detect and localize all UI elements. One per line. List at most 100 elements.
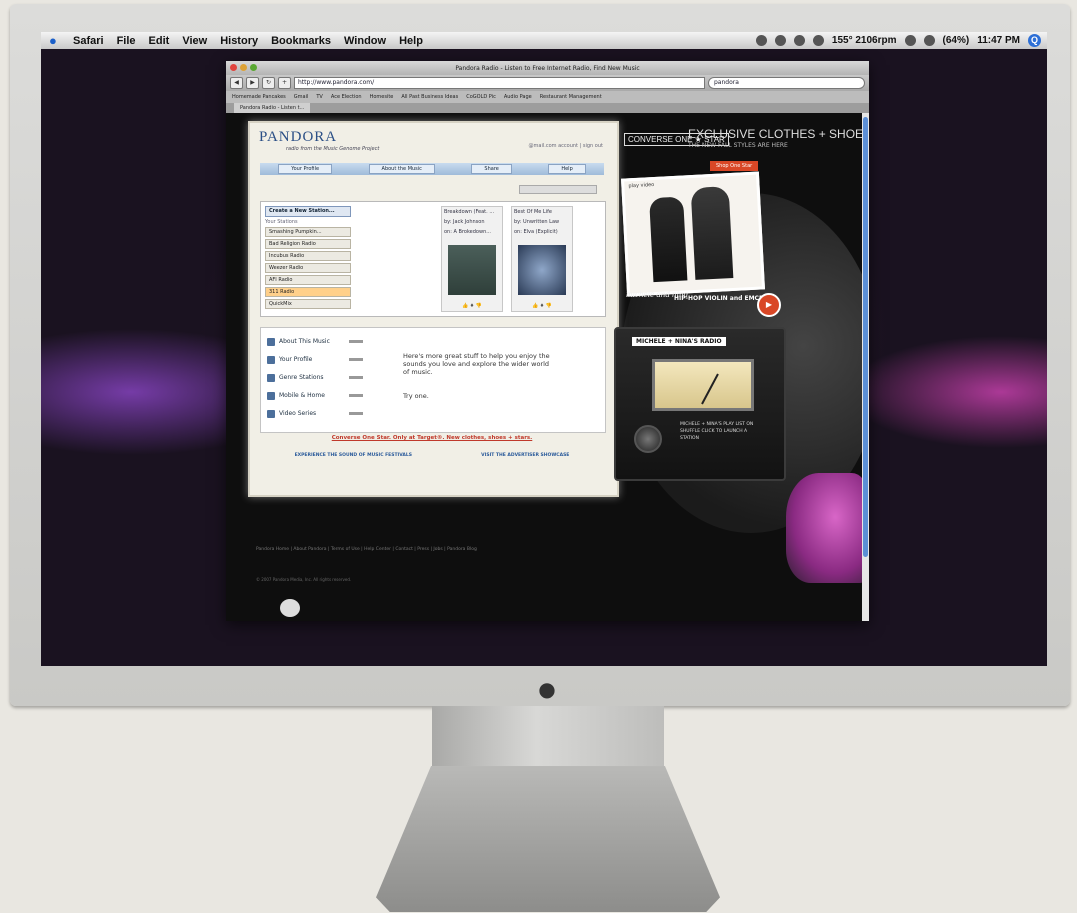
- menu-help[interactable]: Help: [399, 35, 423, 47]
- minimize-icon[interactable]: [240, 64, 247, 71]
- eject-icon[interactable]: [793, 35, 805, 46]
- ad-video-photo[interactable]: play video: [621, 171, 765, 297]
- paint-splat: [280, 599, 300, 617]
- bluetooth-icon[interactable]: [774, 35, 786, 46]
- track-card[interactable]: Best Of Me Life by: Unwritten Law on: El…: [511, 206, 573, 312]
- station-item[interactable]: 311 Radio: [265, 287, 351, 297]
- add-bookmark-button[interactable]: +: [278, 77, 291, 89]
- person-icon: [267, 356, 275, 364]
- menu-safari[interactable]: Safari: [73, 35, 104, 47]
- page-content: PANDORA radio from the Music Genome Proj…: [226, 113, 862, 621]
- bookmark-item[interactable]: Homesite: [370, 94, 394, 100]
- bookmark-item[interactable]: All Past Business Ideas: [401, 94, 458, 100]
- track-controls[interactable]: 👍 ♦ 👎: [512, 303, 572, 309]
- ad-radio[interactable]: MICHELE + NINA'S RADIO MICHELE + NINA'S …: [614, 327, 786, 481]
- reload-button[interactable]: ↻: [262, 77, 275, 89]
- player-area: Create a New Station... Your Stations Sm…: [260, 201, 606, 317]
- copyright: © 2007 Pandora Media, Inc. All rights re…: [256, 577, 352, 582]
- link-your-profile[interactable]: Your Profile: [267, 354, 312, 366]
- imac-stand: [432, 706, 664, 766]
- nav-your-profile[interactable]: Your Profile: [278, 164, 333, 174]
- menu-edit[interactable]: Edit: [149, 35, 170, 47]
- volume-slider[interactable]: [519, 185, 597, 194]
- menu-view[interactable]: View: [182, 35, 207, 47]
- menu-window[interactable]: Window: [344, 35, 386, 47]
- station-item[interactable]: Smashing Pumpkin...: [265, 227, 351, 237]
- bookmark-item[interactable]: CoGOLD Pic: [466, 94, 496, 100]
- volume-icon[interactable]: [923, 35, 935, 46]
- pandora-player-panel: PANDORA radio from the Music Genome Proj…: [248, 121, 619, 497]
- bookmark-item[interactable]: Restaurant Management: [540, 94, 602, 100]
- menu-history[interactable]: History: [220, 35, 258, 47]
- divider: [349, 358, 363, 361]
- shop-one-star-button[interactable]: Shop One Star: [710, 161, 759, 171]
- clock[interactable]: 11:47 PM: [977, 35, 1020, 46]
- fan-status[interactable]: 155° 2106rpm: [832, 35, 897, 46]
- link-mobile-home[interactable]: Mobile & Home: [267, 390, 325, 402]
- track-controls[interactable]: 👍 ♦ 👎: [442, 303, 502, 309]
- apple-menu-icon[interactable]: ●: [49, 33, 63, 48]
- genre-icon: [267, 374, 275, 382]
- link-video-series[interactable]: Video Series: [267, 408, 316, 420]
- address-bar[interactable]: http://www.pandora.com/: [294, 77, 705, 89]
- spotlight-icon[interactable]: Q: [1028, 34, 1041, 47]
- meter-needle: [701, 373, 719, 405]
- advertiser-showcase-link[interactable]: VISIT THE ADVERTISER SHOWCASE: [481, 453, 569, 458]
- back-button[interactable]: ◀: [230, 77, 243, 89]
- menu-bookmarks[interactable]: Bookmarks: [271, 35, 331, 47]
- radio-text: MICHELE + NINA'S PLAY LIST ON SHUFFLE CL…: [680, 422, 754, 441]
- pandora-logo[interactable]: PANDORA: [259, 129, 337, 146]
- menu-file[interactable]: File: [117, 35, 136, 47]
- track-card[interactable]: Breakdown (Feat. ... by: Jack Johnson on…: [441, 206, 503, 312]
- browser-toolbar: ◀ ▶ ↻ + http://www.pandora.com/ pandora: [226, 75, 869, 91]
- vertical-scrollbar[interactable]: [862, 113, 869, 621]
- more-stuff-text: Here's more great stuff to help you enjo…: [403, 352, 550, 376]
- nav-about-music[interactable]: About the Music: [368, 164, 435, 174]
- apple-logo-icon: ●: [538, 677, 556, 701]
- create-station-button[interactable]: Create a New Station...: [265, 206, 351, 217]
- timemachine-icon[interactable]: [755, 35, 767, 46]
- divider: [349, 412, 363, 415]
- bookmark-item[interactable]: Audio Page: [504, 94, 532, 100]
- forward-button[interactable]: ▶: [246, 77, 259, 89]
- site-footer-links[interactable]: Pandora Home | About Pandora | Terms of …: [256, 547, 477, 552]
- station-item[interactable]: QuickMix: [265, 299, 351, 309]
- play-icon[interactable]: ▶: [757, 293, 781, 317]
- link-about-this-music[interactable]: About This Music: [267, 336, 330, 348]
- battery-status[interactable]: (64%): [943, 35, 970, 46]
- nav-share[interactable]: Share: [471, 164, 512, 174]
- scroll-thumb[interactable]: [863, 117, 868, 557]
- station-item[interactable]: AFI Radio: [265, 275, 351, 285]
- sneaker-image: [786, 473, 862, 583]
- bookmark-item[interactable]: Homemade Pancakes: [232, 94, 286, 100]
- bookmark-item[interactable]: TV: [316, 94, 322, 100]
- radio-meter: [652, 359, 754, 411]
- wifi-icon[interactable]: [904, 35, 916, 46]
- music-festivals-link[interactable]: EXPERIENCE THE SOUND OF MUSIC FESTIVALS: [295, 453, 412, 458]
- pandora-tagline: radio from the Music Genome Project: [286, 146, 380, 152]
- converse-promo-link[interactable]: Converse One Star. Only at Target®. New …: [260, 435, 604, 441]
- close-icon[interactable]: [230, 64, 237, 71]
- more-stuff-box: About This Music Your Profile Genre Stat…: [260, 327, 606, 433]
- sync-icon[interactable]: [812, 35, 824, 46]
- radio-knob-icon[interactable]: [634, 425, 662, 453]
- pandora-nav: Your Profile About the Music Share Help: [260, 163, 604, 175]
- person-figure: [649, 196, 688, 283]
- zoom-icon[interactable]: [250, 64, 257, 71]
- artist-caption: HIP-HOP VIOLIN and EMCEE: [674, 295, 768, 302]
- tab-pandora[interactable]: Pandora Radio - Listen t...: [234, 103, 311, 113]
- track-artist: by: Jack Johnson: [444, 219, 485, 225]
- station-item[interactable]: Weezer Radio: [265, 263, 351, 273]
- link-genre-stations[interactable]: Genre Stations: [267, 372, 324, 384]
- music-icon: [267, 338, 275, 346]
- bookmark-item[interactable]: Gmail: [294, 94, 309, 100]
- menu-extras: 155° 2106rpm (64%) 11:47 PM Q: [755, 34, 1041, 47]
- search-field[interactable]: pandora: [708, 77, 865, 89]
- nav-help[interactable]: Help: [548, 164, 586, 174]
- station-item[interactable]: Bad Religion Radio: [265, 239, 351, 249]
- station-item[interactable]: Incubus Radio: [265, 251, 351, 261]
- account-links[interactable]: @mail.com account | sign out: [529, 143, 603, 149]
- radio-label: MICHELE + NINA'S RADIO: [632, 337, 726, 346]
- bookmark-item[interactable]: Ace Election: [331, 94, 362, 100]
- track-title: Breakdown (Feat. ...: [444, 209, 495, 215]
